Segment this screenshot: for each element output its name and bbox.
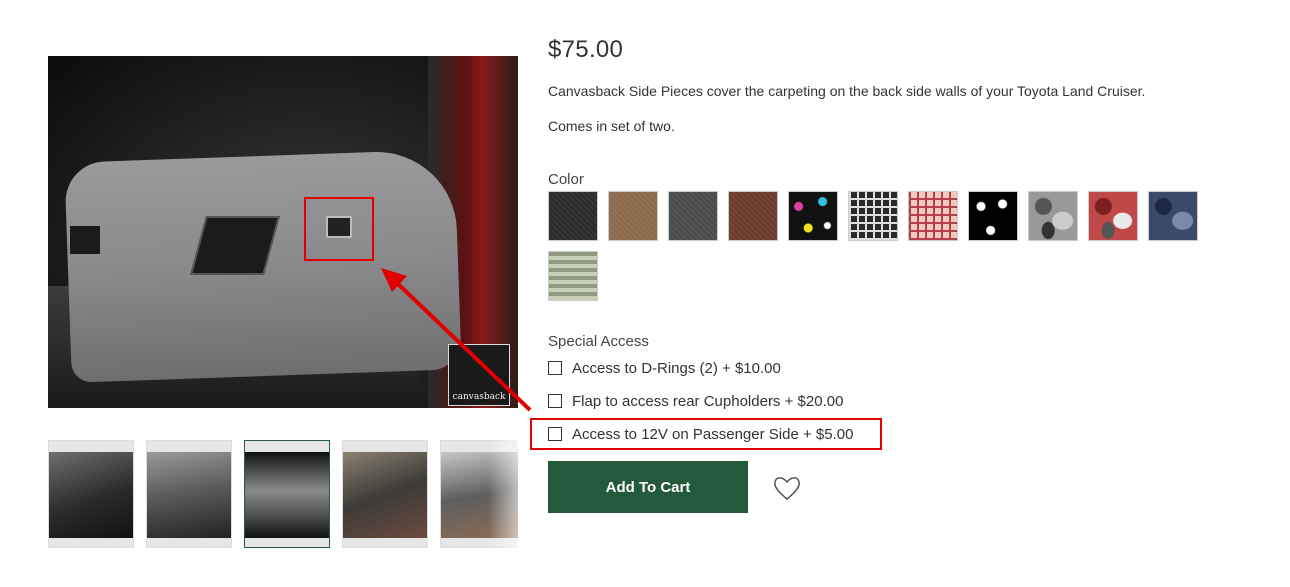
thumbnail-1[interactable]	[48, 440, 134, 548]
black-plaid-swatch[interactable]	[848, 191, 898, 241]
main-product-image[interactable]: canvasback	[48, 56, 518, 408]
option-cupholders[interactable]: Flap to access rear Cupholders + $20.00	[548, 391, 843, 411]
option-d-rings[interactable]: Access to D-Rings (2) + $10.00	[548, 358, 781, 378]
thumbnail-4[interactable]	[342, 440, 428, 548]
brown-swatch[interactable]	[728, 191, 778, 241]
thumbnail-3-active[interactable]	[244, 440, 330, 548]
thumbnail-2[interactable]	[146, 440, 232, 548]
option-label: Flap to access rear Cupholders + $20.00	[572, 392, 844, 410]
tan-swatch[interactable]	[608, 191, 658, 241]
thumbnail-fade	[488, 440, 518, 550]
digital-camo-swatch[interactable]	[548, 251, 598, 301]
gray-camo-swatch[interactable]	[1028, 191, 1078, 241]
paint-splatter-swatch[interactable]	[788, 191, 838, 241]
canvasback-logo: canvasback	[448, 344, 510, 406]
pink-plaid-swatch[interactable]	[908, 191, 958, 241]
option-label: Access to D-Rings (2) + $10.00	[572, 359, 781, 377]
option-highlight-box	[530, 418, 882, 450]
velcro-pad-small	[70, 226, 100, 254]
special-access-label: Special Access	[548, 333, 649, 350]
product-description: Canvasback Side Pieces cover the carpeti…	[548, 83, 1146, 99]
cupholders-checkbox[interactable]	[548, 394, 562, 408]
charcoal-swatch[interactable]	[668, 191, 718, 241]
paw-print-swatch[interactable]	[968, 191, 1018, 241]
red-camo-swatch[interactable]	[1088, 191, 1138, 241]
thumbnail-strip	[48, 440, 518, 550]
color-label: Color	[548, 171, 584, 188]
d-rings-checkbox[interactable]	[548, 361, 562, 375]
product-price: $75.00	[548, 36, 624, 63]
blue-camo-swatch[interactable]	[1148, 191, 1198, 241]
port-highlight-box	[304, 197, 374, 261]
velcro-pad	[190, 216, 280, 275]
black-swatch[interactable]	[548, 191, 598, 241]
add-to-cart-button[interactable]: Add To Cart	[548, 461, 748, 513]
product-set-note: Comes in set of two.	[548, 118, 675, 134]
wishlist-heart-icon[interactable]	[772, 474, 802, 502]
